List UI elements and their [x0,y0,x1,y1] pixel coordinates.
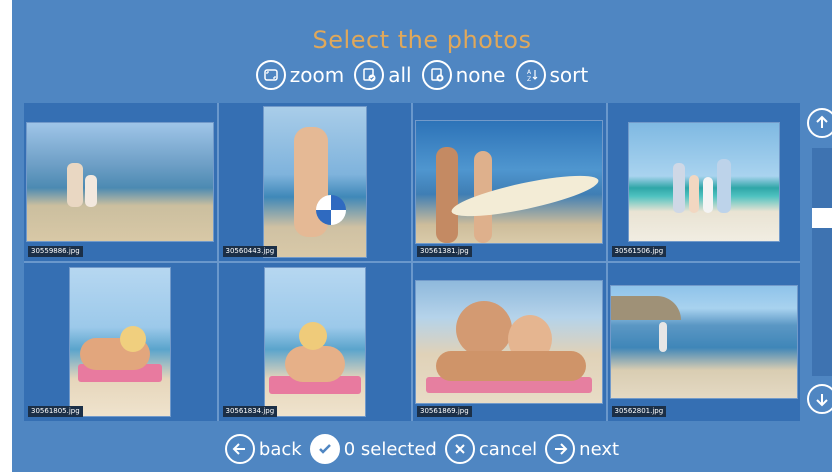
footer-bar: back 0 selected cancel next [12,434,832,464]
scroll-down-button[interactable] [807,384,832,414]
photo-tile[interactable]: 30561381.jpg [413,103,606,261]
rocks [610,296,681,320]
cancel-button[interactable]: cancel [444,434,538,464]
select-all-icon [354,60,385,90]
vertical-scrollbar [803,108,832,420]
photo-thumbnail [628,123,779,241]
sort-button[interactable]: AZ sort [515,60,589,90]
photo-filename: 30560443.jpg [222,246,278,257]
main-panel: Select the photos zoom all none A Z sort… [12,0,832,472]
svg-text:Z: Z [527,76,531,83]
scroll-thumb[interactable] [812,208,832,228]
photo-tile[interactable]: 30559886.jpg [24,103,217,261]
photo-filename: 30561506.jpg [611,246,667,257]
scroll-track[interactable] [812,148,832,376]
back-arrow-icon [224,434,255,464]
person-figure [658,322,667,352]
photo-thumbnail [416,121,603,243]
child-figure [67,163,84,207]
photo-tile[interactable]: 30561506.jpg [607,103,800,261]
scroll-up-button[interactable] [807,108,832,138]
cancel-label: cancel [478,438,538,460]
man-figure [436,147,459,243]
photo-thumbnail [27,123,214,241]
photo-thumbnail [70,268,171,416]
back-button[interactable]: back [224,434,302,464]
photo-filename: 30561869.jpg [417,406,472,417]
photo-thumbnail [263,107,366,257]
photo-tile[interactable]: 30561805.jpg [24,263,217,421]
beach-ball [315,195,346,225]
zoom-icon [255,60,286,90]
photo-tile[interactable]: 30561834.jpg [218,263,411,421]
toolbar: zoom all none AZ sort [12,60,832,90]
back-label: back [258,438,302,460]
checkmark-icon [309,434,340,464]
photo-tile[interactable]: 30561869.jpg [413,263,606,421]
next-button[interactable]: next [545,434,619,464]
photo-thumbnail [264,268,365,416]
person-figure [702,177,713,213]
photo-filename: 30559886.jpg [28,246,83,257]
select-all-label: all [388,63,412,87]
photo-selector-window: Select the photos zoom all none A Z sort… [0,0,832,472]
photo-filename: 30561805.jpg [28,406,83,417]
selection-status: 0 selected [309,434,437,464]
arrow-up-icon [816,115,828,128]
photo-tile[interactable]: 30562801.jpg [607,263,800,421]
select-none-icon [421,60,452,90]
select-none-label: none [455,63,506,87]
svg-text:A: A [527,69,532,76]
photo-filename: 30562801.jpg [611,406,667,417]
photo-thumbnail [610,286,797,398]
person-figure [672,163,685,213]
photo-tile[interactable]: 30560443.jpg [218,103,411,261]
next-arrow-icon [545,434,576,464]
select-none-button[interactable]: none [421,60,506,90]
photo-filename: 30561381.jpg [417,246,472,257]
photo-thumbnail [416,281,603,403]
select-all-button[interactable]: all [354,60,412,90]
selected-count: 0 selected [343,438,437,460]
photo-grid: 30559886.jpg 30560443.jpg 30561381.jpg 3… [24,103,800,421]
sort-label: sort [549,63,589,87]
arms [436,351,587,381]
surfboard [449,167,602,225]
sort-az-icon: AZ [515,60,546,90]
zoom-button[interactable]: zoom [255,60,345,90]
next-label: next [579,438,620,460]
woman-figure [284,346,345,382]
photo-filename: 30561834.jpg [222,406,278,417]
close-icon [444,434,475,464]
man-face [456,301,513,357]
arrow-down-icon [816,394,828,407]
page-title: Select the photos [312,26,532,54]
hair [298,322,327,350]
person-figure [716,159,731,213]
child-figure [85,175,98,207]
person-figure [688,175,699,213]
zoom-label: zoom [289,63,345,87]
